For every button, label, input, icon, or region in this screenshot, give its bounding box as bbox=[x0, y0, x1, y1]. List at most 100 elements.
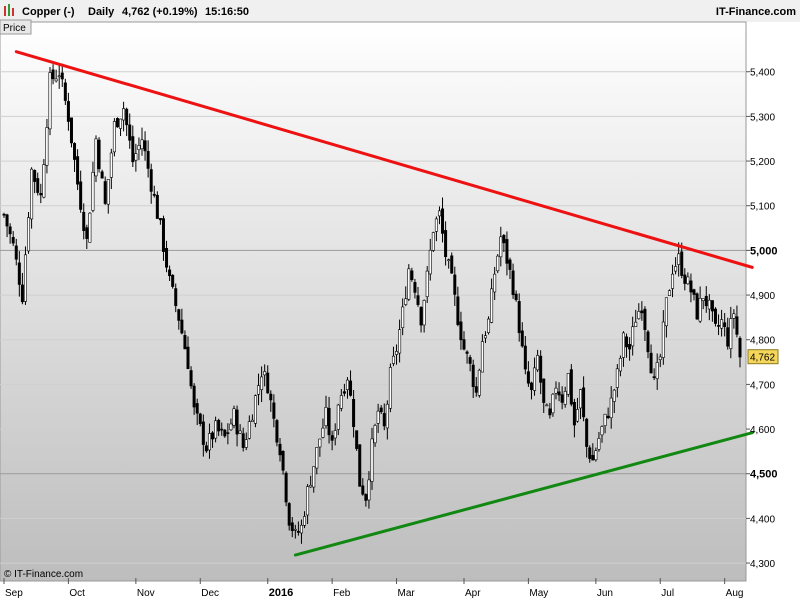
candle-body bbox=[732, 313, 736, 319]
candle-body bbox=[269, 393, 273, 401]
candle-body bbox=[171, 274, 175, 287]
candle-body bbox=[149, 169, 153, 192]
candle-body bbox=[664, 297, 668, 327]
candle-body bbox=[315, 447, 319, 469]
candle-body bbox=[477, 369, 481, 396]
candle-body bbox=[738, 338, 742, 358]
candle-body bbox=[707, 299, 711, 310]
candle-body bbox=[471, 364, 475, 388]
candle-body bbox=[131, 136, 135, 163]
candle-body bbox=[735, 316, 739, 335]
candle-body bbox=[554, 387, 558, 394]
candle-body bbox=[560, 394, 564, 403]
candle-body bbox=[293, 528, 297, 531]
candle-body bbox=[490, 288, 494, 323]
candle-body bbox=[444, 230, 448, 258]
candle-body bbox=[649, 352, 653, 374]
candle-body bbox=[339, 395, 343, 409]
candle-body bbox=[505, 239, 509, 264]
candle-body bbox=[211, 432, 215, 440]
time-label: 15:16:50 bbox=[205, 6, 249, 18]
candle-body bbox=[275, 420, 279, 443]
candle-body bbox=[361, 485, 365, 495]
candle-body bbox=[309, 484, 313, 488]
candle-body bbox=[569, 369, 573, 405]
candle-body bbox=[217, 419, 221, 432]
candle-body bbox=[112, 121, 116, 153]
candle-body bbox=[502, 234, 506, 244]
candle-body bbox=[533, 367, 537, 391]
y-tick-label: 5,100 bbox=[750, 202, 775, 213]
candle-body bbox=[628, 344, 632, 350]
candle-body bbox=[428, 249, 432, 275]
candle-body bbox=[713, 308, 717, 324]
candle-body bbox=[404, 298, 408, 305]
candle-body bbox=[462, 339, 466, 350]
candle-body bbox=[195, 403, 199, 414]
y-tick-label: 5,000 bbox=[750, 245, 778, 257]
instrument-name: Copper (-) bbox=[22, 6, 75, 18]
candle-body bbox=[198, 413, 202, 424]
candle-body bbox=[250, 419, 254, 422]
candle-body bbox=[336, 404, 340, 430]
candle-body bbox=[618, 358, 622, 372]
candle-body bbox=[207, 433, 211, 451]
candle-body bbox=[11, 237, 15, 244]
candle-body bbox=[290, 522, 294, 531]
candle-body bbox=[388, 367, 392, 409]
candle-body bbox=[625, 336, 629, 348]
candle-body bbox=[410, 270, 414, 280]
candle-body bbox=[661, 321, 665, 358]
candle-body bbox=[257, 385, 261, 395]
candle-body bbox=[134, 153, 138, 161]
candle-body bbox=[419, 307, 423, 326]
candle-body bbox=[441, 208, 445, 234]
candle-body bbox=[94, 138, 98, 177]
candle-body bbox=[260, 376, 264, 390]
candle-body bbox=[324, 407, 328, 427]
y-tick-label: 4,600 bbox=[750, 425, 775, 436]
candle-body bbox=[456, 296, 460, 325]
candle-body bbox=[437, 210, 441, 217]
candle-body bbox=[109, 152, 113, 178]
candle-body bbox=[296, 530, 300, 533]
candle-body bbox=[542, 378, 546, 403]
candle-body bbox=[226, 432, 230, 434]
candle-body bbox=[204, 445, 208, 452]
candle-body bbox=[545, 404, 549, 407]
candle-body bbox=[379, 407, 383, 413]
candle-body bbox=[391, 355, 395, 364]
candle-body bbox=[695, 293, 699, 320]
candle-body bbox=[548, 408, 552, 416]
y-tick-label: 4,800 bbox=[750, 336, 775, 347]
candle-body bbox=[726, 327, 730, 347]
candle-body bbox=[416, 295, 420, 305]
y-tick-label: 4,300 bbox=[750, 559, 775, 570]
candle-body bbox=[137, 145, 141, 151]
y-axis: 5,400 5,300 5,200 5,100 5,000 4,900 4,800 4,700… bbox=[746, 68, 778, 570]
header-bar bbox=[0, 0, 800, 22]
candle-body bbox=[480, 341, 484, 373]
candle-body bbox=[358, 444, 362, 487]
candle-body bbox=[51, 69, 55, 80]
candle-body bbox=[566, 373, 570, 395]
candle-body bbox=[165, 248, 169, 268]
candle-body bbox=[487, 318, 491, 333]
candle-body bbox=[364, 494, 368, 501]
candle-body bbox=[85, 227, 89, 239]
candle-body bbox=[244, 439, 248, 448]
candle-body bbox=[474, 386, 478, 393]
candle-body bbox=[585, 418, 589, 447]
candle-body bbox=[321, 427, 325, 438]
watermark: © IT-Finance.com bbox=[4, 569, 83, 580]
candle-body bbox=[539, 355, 543, 383]
candle-body bbox=[125, 108, 129, 126]
candle-body bbox=[88, 212, 92, 243]
candle-body bbox=[496, 255, 500, 272]
x-tick-label: Nov bbox=[137, 588, 155, 599]
candle-body bbox=[115, 118, 119, 128]
candle-body bbox=[667, 290, 671, 297]
x-tick-label: 2016 bbox=[269, 587, 293, 599]
x-tick-label: Dec bbox=[201, 588, 219, 599]
candle-body bbox=[299, 524, 303, 534]
